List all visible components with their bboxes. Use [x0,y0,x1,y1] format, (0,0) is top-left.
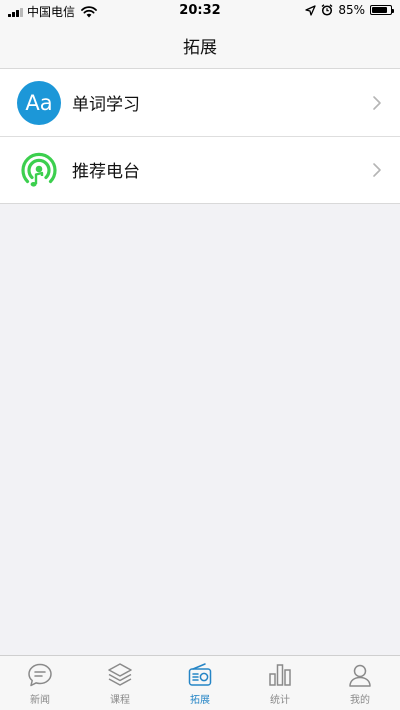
tab-news[interactable]: 新闻 [0,656,80,710]
bar-chart-icon [269,664,291,686]
tab-me[interactable]: 我的 [320,656,400,710]
list-item-label: 单词学习 [72,95,140,115]
chat-bubble-icon [28,663,52,687]
list-item-label: 推荐电台 [72,162,140,182]
location-arrow-icon [305,4,316,16]
feature-list: Aa 单词学习 推荐电台 [0,69,400,204]
tab-stats[interactable]: 统计 [240,656,320,710]
tab-extend[interactable]: 拓展 [160,656,240,710]
battery-icon [370,5,394,15]
nav-bar: 拓展 [0,22,400,69]
alarm-icon [321,4,333,16]
tab-label: 我的 [350,695,370,706]
aa-icon: Aa [17,80,61,125]
radio-music-icon [16,147,62,193]
list-item-vocabulary[interactable]: Aa 单词学习 [0,69,400,136]
list-item-radio[interactable]: 推荐电台 [0,136,400,203]
app-screen: 中国电信 20:32 85% 拓展 Aa 单词学习 推荐电台 新闻 课程 拓展 … [0,0,400,710]
tab-label: 新闻 [30,695,50,706]
chevron-right-icon [373,162,381,177]
radio-icon [188,663,212,686]
person-icon [349,664,371,687]
tab-label: 统计 [270,695,290,706]
battery-percent: 85% [338,3,365,17]
tab-courses[interactable]: 课程 [80,656,160,710]
tab-label: 拓展 [190,695,210,706]
page-title: 拓展 [183,37,217,58]
tab-bar: 新闻 课程 拓展 统计 我的 [0,655,400,710]
chevron-right-icon [373,95,381,110]
layers-icon [108,663,132,686]
battery-fill [372,7,388,13]
status-right: 85% [305,3,394,17]
tab-label: 课程 [110,695,130,706]
status-bar: 中国电信 20:32 85% [0,0,400,22]
aa-icon-wrapper: Aa [16,80,62,126]
